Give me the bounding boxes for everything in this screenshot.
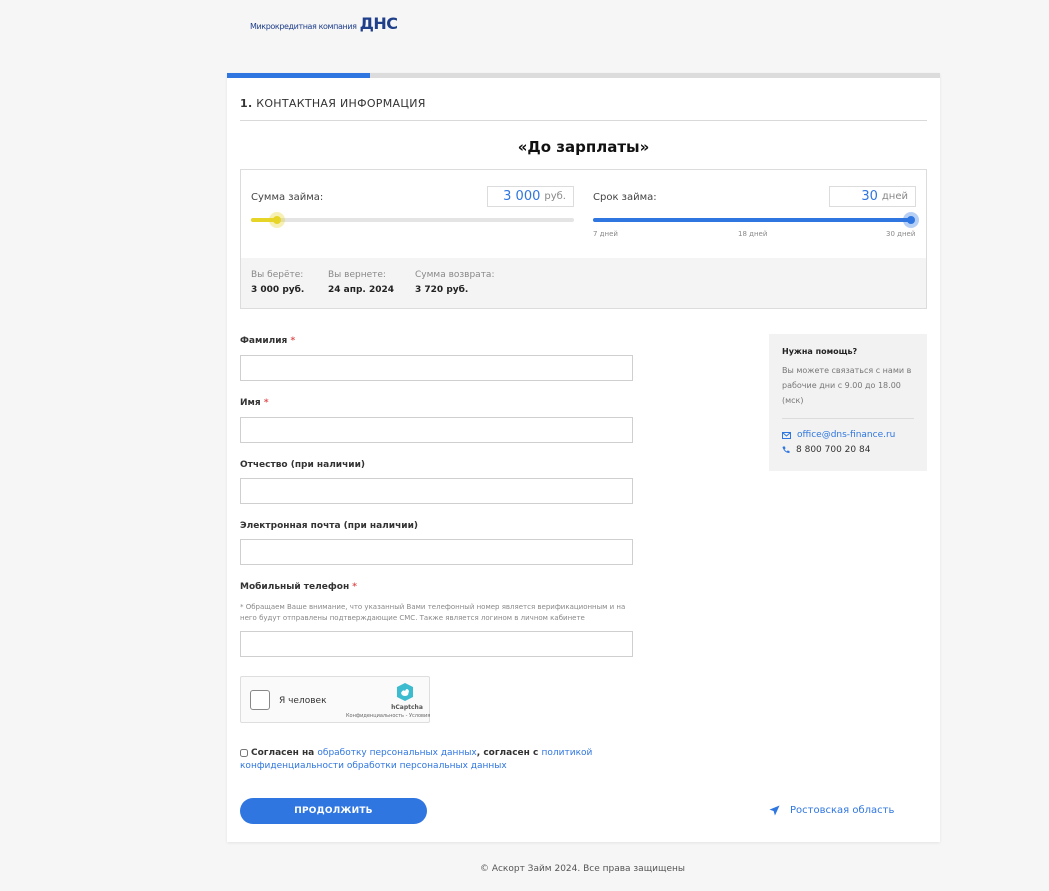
footer-copyright: © Аскорт Займ 2024. Все права защищены bbox=[479, 864, 686, 874]
form-progress-bar bbox=[227, 73, 940, 78]
calculator-sliders: Сумма займа: 3 000 руб. Срок займа: 30 д… bbox=[241, 170, 926, 258]
logo-title: ДНС bbox=[359, 14, 398, 33]
step-number: 1. bbox=[240, 97, 253, 110]
hcaptcha-widget: Я человек hCaptcha Конфиденциальность - … bbox=[240, 676, 430, 723]
summary-take-label: Вы берёте: bbox=[251, 270, 304, 280]
summary-total-label: Сумма возврата: bbox=[415, 270, 495, 280]
help-divider bbox=[782, 418, 914, 419]
help-phone[interactable]: 8 800 700 20 84 bbox=[796, 445, 870, 455]
phone-label: Мобильный телефон * bbox=[240, 582, 357, 592]
loan-amount-value-box[interactable]: 3 000 руб. bbox=[487, 186, 574, 207]
consent-text-1: Согласен на bbox=[251, 748, 315, 758]
loan-term-slider-fill bbox=[593, 218, 911, 222]
patronymic-input[interactable] bbox=[240, 478, 633, 504]
loan-amount-unit: руб. bbox=[544, 191, 566, 202]
term-tick-max: 30 дней bbox=[886, 230, 916, 238]
captcha-links[interactable]: Конфиденциальность - Условия bbox=[346, 713, 430, 719]
last-name-label-text: Фамилия bbox=[240, 336, 288, 346]
required-mark: * bbox=[352, 582, 358, 592]
phone-label-text: Мобильный телефон bbox=[240, 582, 350, 592]
loan-amount-slider[interactable] bbox=[251, 212, 574, 228]
consent-block: Согласен на обработку персональных данны… bbox=[240, 747, 640, 773]
required-mark: * bbox=[263, 398, 269, 408]
step-name: КОНТАКТНАЯ ИНФОРМАЦИЯ bbox=[256, 97, 426, 110]
form-progress-fill bbox=[227, 73, 370, 78]
location-arrow-icon bbox=[769, 805, 780, 816]
loan-term-slider[interactable] bbox=[593, 212, 919, 228]
captcha-brand: hCaptcha bbox=[391, 704, 423, 711]
step-title: 1. КОНТАКТНАЯ ИНФОРМАЦИЯ bbox=[240, 97, 426, 110]
summary-take-value: 3 000 руб. bbox=[251, 285, 305, 295]
summary-return-date-label: Вы вернете: bbox=[328, 270, 386, 280]
phone-icon bbox=[782, 446, 790, 454]
loan-calculator: Сумма займа: 3 000 руб. Срок займа: 30 д… bbox=[240, 169, 927, 309]
application-form-card: 1. КОНТАКТНАЯ ИНФОРМАЦИЯ «До зарплаты» С… bbox=[227, 73, 940, 842]
loan-term-slider-handle[interactable] bbox=[903, 212, 919, 228]
loan-amount-label: Сумма займа: bbox=[251, 192, 324, 203]
continue-button[interactable]: ПРОДОЛЖИТЬ bbox=[240, 798, 427, 824]
first-name-label: Имя * bbox=[240, 398, 269, 408]
help-email-row[interactable]: office@dns-finance.ru bbox=[782, 430, 895, 440]
loan-amount-slider-handle[interactable] bbox=[268, 212, 285, 228]
help-panel: Нужна помощь? Вы можете связаться с нами… bbox=[769, 334, 927, 471]
help-title: Нужна помощь? bbox=[782, 347, 858, 356]
captcha-checkbox[interactable] bbox=[250, 690, 270, 710]
product-title: «До зарплаты» bbox=[517, 138, 650, 156]
phone-input[interactable] bbox=[240, 631, 633, 657]
consent-checkbox[interactable] bbox=[240, 748, 248, 757]
loan-summary: Вы берёте: 3 000 руб. Вы вернете: 24 апр… bbox=[241, 258, 926, 308]
captcha-label: Я человек bbox=[279, 696, 327, 706]
help-email[interactable]: office@dns-finance.ru bbox=[797, 430, 895, 440]
region-name: Ростовская область bbox=[790, 805, 895, 816]
term-tick-min: 7 дней bbox=[593, 230, 618, 238]
email-label: Электронная почта (при наличии) bbox=[240, 521, 418, 531]
summary-total-value: 3 720 руб. bbox=[415, 285, 469, 295]
personal-data-link[interactable]: обработку персональных данных bbox=[317, 748, 476, 758]
first-name-input[interactable] bbox=[240, 417, 633, 443]
email-input[interactable] bbox=[240, 539, 633, 565]
company-logo[interactable]: Микрокредитная компания ДНС bbox=[250, 14, 398, 33]
summary-return-date-value: 24 апр. 2024 bbox=[328, 285, 394, 295]
logo-subtitle: Микрокредитная компания bbox=[250, 22, 357, 31]
term-tick-mid: 18 дней bbox=[738, 230, 768, 238]
loan-term-unit: дней bbox=[881, 191, 908, 202]
help-text: Вы можете связаться с нами в рабочие дни… bbox=[782, 366, 912, 405]
envelope-icon bbox=[782, 431, 791, 439]
patronymic-label: Отчество (при наличии) bbox=[240, 460, 366, 470]
help-phone-row[interactable]: 8 800 700 20 84 bbox=[782, 445, 870, 455]
loan-term-value: 30 bbox=[861, 189, 878, 204]
loan-term-label: Срок займа: bbox=[593, 192, 657, 203]
loan-term-value-box[interactable]: 30 дней bbox=[829, 186, 916, 207]
region-selector[interactable]: Ростовская область bbox=[769, 805, 894, 816]
required-mark: * bbox=[290, 336, 296, 346]
hcaptcha-logo-icon bbox=[397, 683, 413, 701]
last-name-input[interactable] bbox=[240, 355, 633, 381]
phone-note: * Обращаем Ваше внимание, что указанный … bbox=[240, 603, 626, 622]
first-name-label-text: Имя bbox=[240, 398, 261, 408]
step-divider bbox=[240, 120, 927, 121]
consent-text-2: , согласен с bbox=[476, 748, 539, 758]
loan-amount-value: 3 000 bbox=[503, 189, 541, 204]
last-name-label: Фамилия * bbox=[240, 336, 295, 346]
